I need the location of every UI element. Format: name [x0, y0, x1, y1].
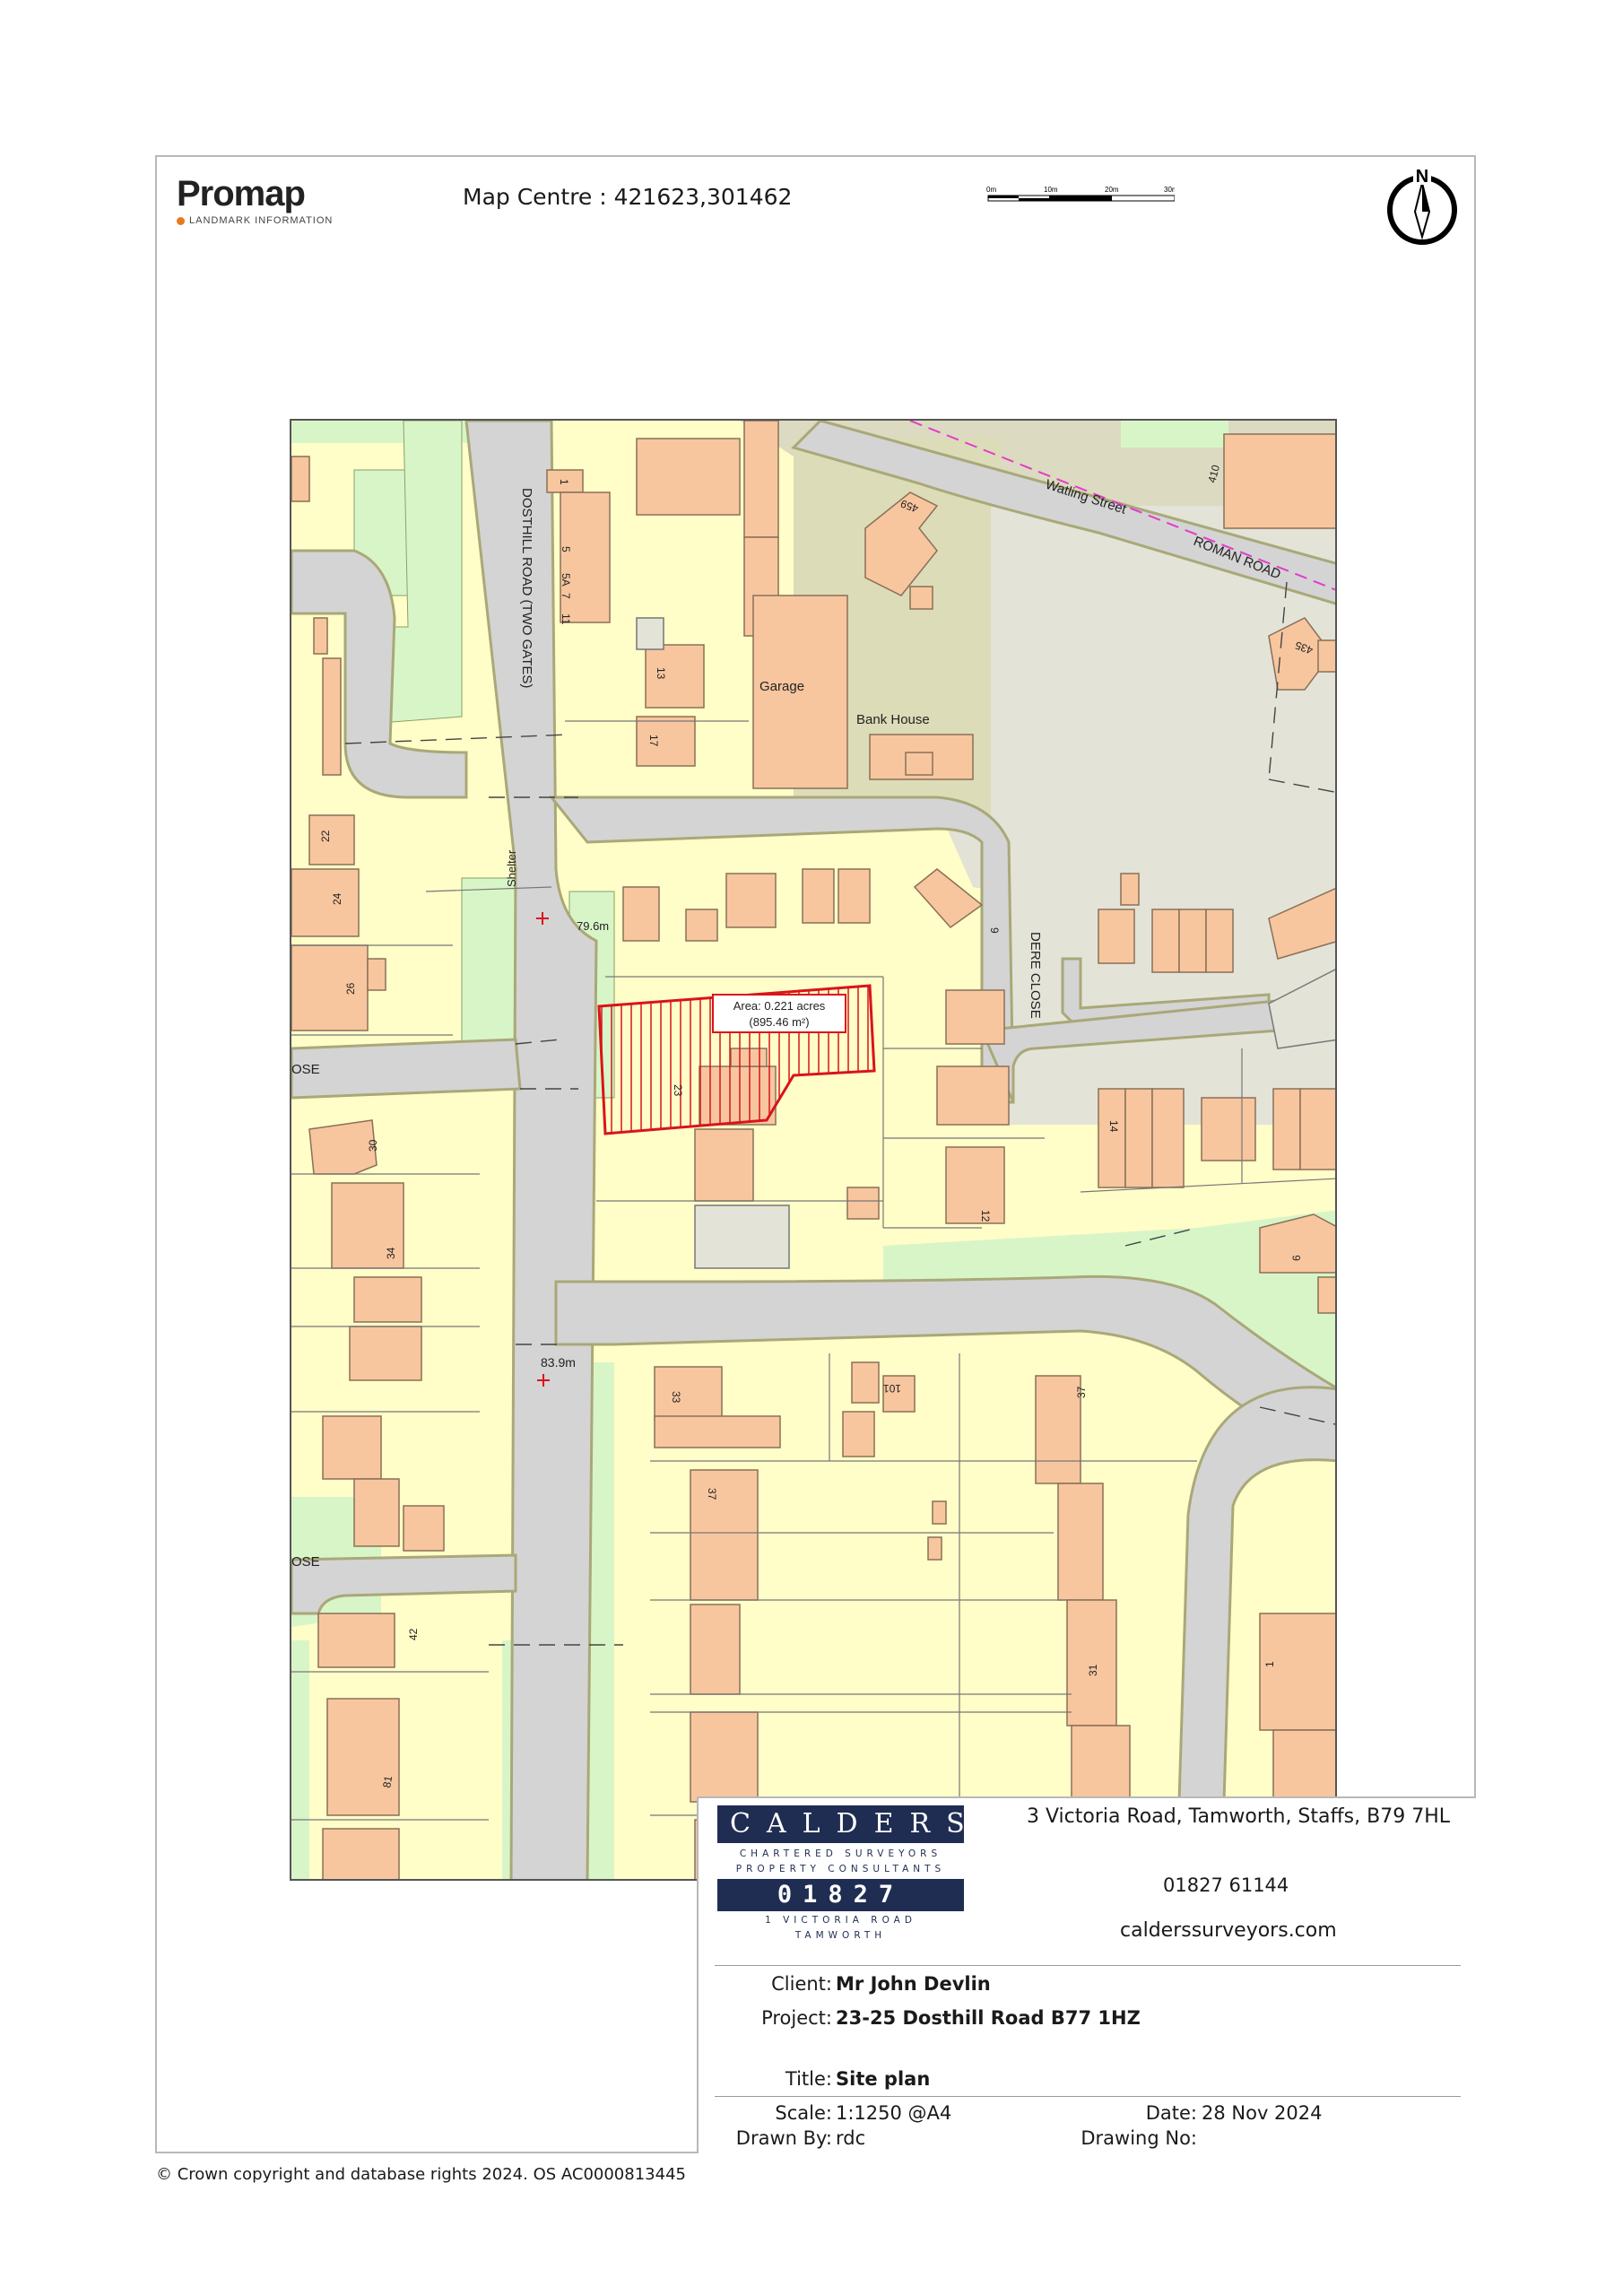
house-number: 37 — [706, 1488, 718, 1500]
title-label: Title: — [785, 2068, 832, 2090]
house-number: 23 — [672, 1084, 684, 1097]
site-map: Area: 0.221 acres (895.46 m²) DOSTHILL R… — [290, 419, 1337, 1881]
house-number: 81 — [380, 1775, 395, 1789]
label-bank-house: Bank House — [856, 712, 930, 727]
label-shelter: Shelter — [505, 849, 518, 887]
house-number: 11 — [560, 613, 572, 625]
calders-logo: CALDERS CHARTERED SURVEYORS PROPERTY CON… — [717, 1805, 965, 1944]
house-number: 37 — [1075, 1386, 1088, 1398]
label-garage: Garage — [759, 679, 804, 694]
house-number: 22 — [319, 830, 332, 842]
house-number: 30 — [367, 1139, 379, 1152]
house-number: 26 — [344, 982, 357, 995]
drawn-by-value: rdc — [836, 2127, 866, 2149]
scale-label-0: 0m — [986, 186, 996, 194]
house-number: 34 — [385, 1247, 397, 1259]
north-arrow-icon: N — [1387, 167, 1457, 245]
scale-bar: 0m 10m 20m 30m — [986, 186, 1175, 202]
map-centre: Map Centre : 421623,301462 — [463, 184, 793, 210]
brand-subtitle: LANDMARK INFORMATION — [177, 215, 333, 226]
tagline-1: CHARTERED SURVEYORS — [739, 1848, 942, 1859]
scale-label-10: 10m — [1044, 186, 1058, 194]
house-number: 24 — [331, 892, 343, 905]
scale-label: Scale: — [775, 2102, 832, 2124]
tagline-2: PROPERTY CONSULTANTS — [735, 1864, 946, 1874]
area-label-line1: Area: 0.221 acres — [733, 999, 826, 1013]
date-label: Date: — [1145, 2102, 1197, 2124]
scale-label-20: 20m — [1105, 186, 1119, 194]
promap-logo: Promap LANDMARK INFORMATION — [177, 176, 333, 226]
road-name-dere: DERE CLOSE — [1028, 932, 1043, 1019]
spot-height-2: 83.9m — [541, 1355, 576, 1370]
project-value: 23-25 Dosthill Road B77 1HZ — [836, 2007, 1141, 2029]
area-label-line2: (895.46 m²) — [749, 1015, 809, 1029]
divider — [715, 2096, 1461, 2097]
house-number: 1 — [1263, 1661, 1276, 1667]
road-name-dosthill: DOSTHILL ROAD (TWO GATES) — [519, 488, 534, 688]
house-number: 13 — [655, 667, 667, 680]
copyright-notice: © Crown copyright and database rights 20… — [156, 2165, 686, 2184]
road-name-close-b: OSE — [291, 1554, 320, 1570]
date-value: 28 Nov 2024 — [1202, 2102, 1323, 2124]
road-name-close-a: OSE — [291, 1062, 320, 1077]
company-phone: 01827 61144 — [1163, 1874, 1289, 1896]
divider — [715, 1965, 1461, 1966]
north-label: N — [1416, 167, 1428, 187]
client-label: Client: — [771, 1973, 832, 1995]
brand-dot-icon — [177, 216, 185, 225]
house-number: 42 — [407, 1628, 420, 1640]
house-number: 5A — [560, 573, 572, 587]
title-value: Site plan — [836, 2068, 931, 2090]
client-value: Mr John Devlin — [836, 1973, 991, 1995]
house-number: 1 — [558, 479, 570, 485]
house-number: 7 — [560, 593, 572, 599]
drawn-by-label: Drawn By: — [735, 2127, 832, 2149]
house-number: 6 — [1290, 1255, 1303, 1261]
scale-value: 1:1250 @A4 — [836, 2102, 952, 2124]
house-number: 14 — [1107, 1120, 1120, 1133]
project-label: Project: — [761, 2007, 832, 2029]
house-number: 33 — [670, 1391, 682, 1404]
spot-height-1: 79.6m — [577, 919, 609, 933]
drawing-no-label: Drawing No: — [1081, 2127, 1197, 2149]
company-name: CALDERS — [717, 1805, 965, 1843]
company-address: 3 Victoria Road, Tamworth, Staffs, B79 7… — [1027, 1805, 1450, 1828]
house-number: 31 — [1087, 1664, 1099, 1676]
house-number: 12 — [979, 1210, 992, 1222]
scale-label-30: 30m — [1164, 186, 1175, 194]
house-number: 9 — [988, 927, 1001, 934]
logo-address: 1 VICTORIA ROAD TAMWORTH — [765, 1915, 916, 1941]
house-number: 101 — [883, 1382, 901, 1395]
brand-name: Promap — [177, 174, 306, 213]
house-number: 5 — [560, 546, 572, 552]
logo-phone: 01827 61144 — [717, 1879, 964, 1941]
map-canvas: Area: 0.221 acres (895.46 m²) DOSTHILL R… — [291, 421, 1335, 1879]
house-number: 17 — [647, 735, 660, 747]
company-website[interactable]: calderssurveyors.com — [1120, 1919, 1337, 1942]
